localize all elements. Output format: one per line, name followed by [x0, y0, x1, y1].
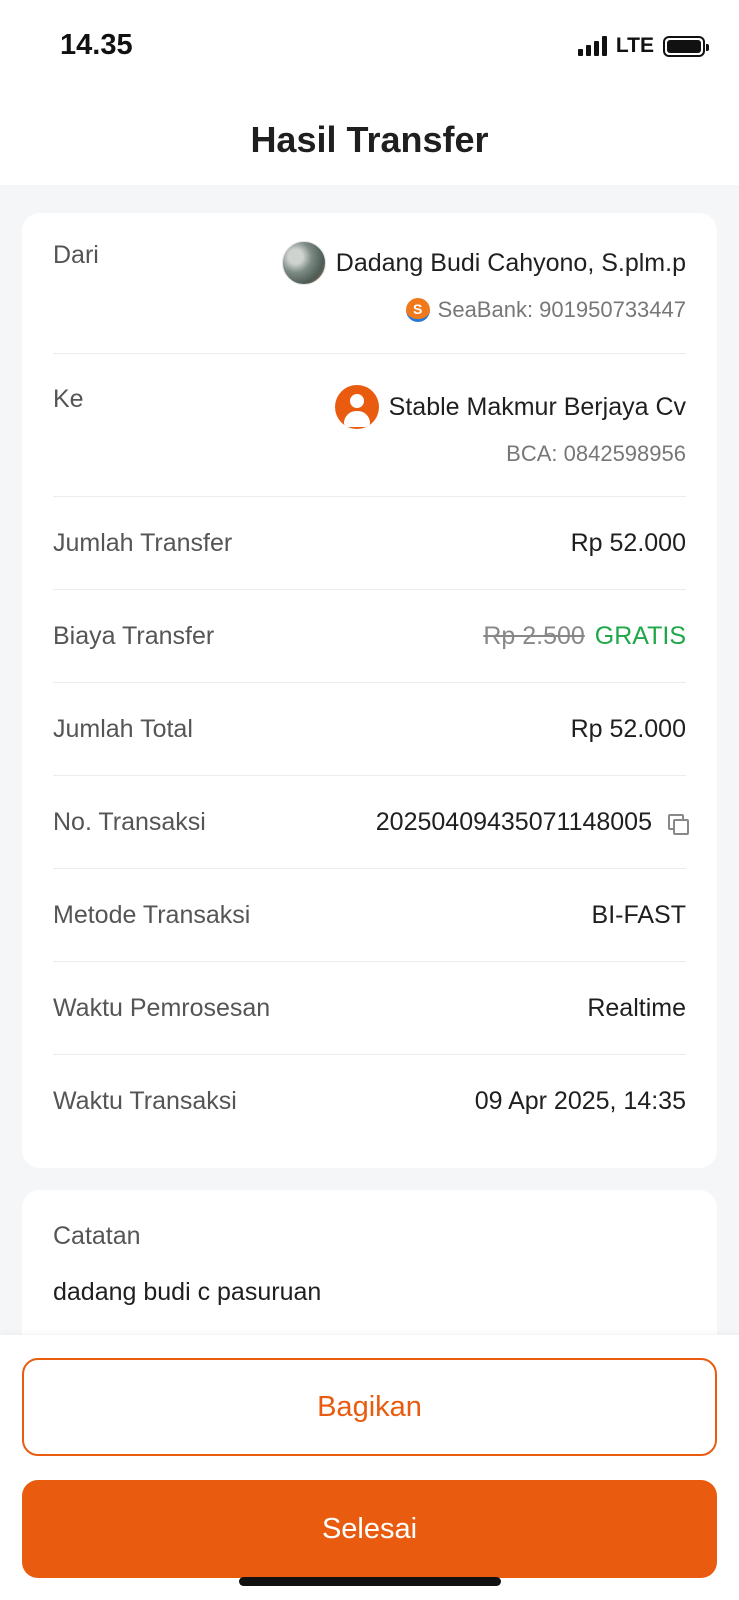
divider: [53, 1054, 686, 1055]
method-row: Metode Transaksi BI-FAST: [53, 895, 686, 935]
transfer-detail-card: Dari Dadang Budi Cahyono, S.plm.p S SeaB…: [22, 213, 717, 1168]
status-bar: 14.35 LTE: [0, 0, 739, 95]
to-section: Ke Stable Makmur Berjaya Cv BCA: 0842598…: [53, 385, 686, 475]
fee-original: Rp 2.500: [483, 621, 585, 650]
share-button[interactable]: Bagikan: [22, 1358, 717, 1456]
sender-name: Dadang Budi Cahyono, S.plm.p: [335, 248, 686, 277]
amount-row: Jumlah Transfer Rp 52.000: [53, 523, 686, 563]
divider: [53, 589, 686, 590]
home-indicator: [239, 1577, 501, 1586]
processing-row: Waktu Pemrosesan Realtime: [53, 988, 686, 1028]
sender-bank-line: S SeaBank: 901950733447: [405, 297, 686, 323]
transaction-number-label: No. Transaksi: [53, 807, 206, 836]
divider: [53, 682, 686, 683]
seabank-icon: S: [405, 298, 430, 322]
recipient-bank-line: BCA: 0842598956: [506, 441, 686, 467]
method-label: Metode Transaksi: [53, 900, 251, 929]
divider: [53, 353, 686, 354]
total-row: Jumlah Total Rp 52.000: [53, 709, 686, 749]
note-label: Catatan: [53, 1222, 141, 1250]
fee-label: Biaya Transfer: [53, 621, 215, 650]
copy-icon[interactable]: [668, 813, 689, 835]
transaction-time-value: 09 Apr 2025, 14:35: [474, 1086, 686, 1115]
sender-bank-account: SeaBank: 901950733447: [437, 297, 686, 322]
sender-avatar: [281, 241, 326, 285]
processing-label: Waktu Pemrosesan: [53, 993, 271, 1022]
amount-value: Rp 52.000: [570, 528, 686, 557]
to-name-line: Stable Makmur Berjaya Cv: [334, 385, 686, 429]
amount-label: Jumlah Transfer: [53, 528, 233, 557]
processing-value: Realtime: [587, 993, 686, 1022]
note-text: dadang budi c pasuruan: [53, 1278, 322, 1306]
fee-free-badge: GRATIS: [594, 621, 686, 650]
signal-icon: [577, 36, 607, 56]
from-name-line: Dadang Budi Cahyono, S.plm.p: [281, 241, 686, 285]
to-label: Ke: [53, 385, 84, 413]
divider: [53, 496, 686, 497]
status-indicators: LTE: [577, 34, 709, 58]
done-button[interactable]: Selesai: [22, 1480, 717, 1578]
transaction-time-row: Waktu Transaksi 09 Apr 2025, 14:35: [53, 1081, 686, 1121]
divider: [53, 961, 686, 962]
network-type: LTE: [615, 34, 654, 57]
user-icon: [334, 385, 379, 429]
divider: [53, 868, 686, 869]
fee-row: Biaya Transfer Rp 2.500 GRATIS: [53, 616, 686, 656]
battery-icon: [663, 35, 709, 57]
from-label: Dari: [53, 241, 99, 269]
transaction-number-row: No. Transaksi 20250409435071148005: [53, 802, 689, 842]
transaction-number-group: 20250409435071148005: [375, 807, 689, 837]
divider: [53, 775, 686, 776]
total-label: Jumlah Total: [53, 714, 193, 743]
fee-value-group: Rp 2.500 GRATIS: [483, 622, 686, 651]
recipient-bank-account: BCA: 0842598956: [506, 441, 686, 466]
method-value: BI-FAST: [591, 900, 686, 929]
total-value: Rp 52.000: [570, 714, 686, 743]
header: Hasil Transfer: [0, 95, 739, 185]
page-title: Hasil Transfer: [250, 119, 489, 160]
recipient-name: Stable Makmur Berjaya Cv: [388, 392, 686, 421]
from-section: Dari Dadang Budi Cahyono, S.plm.p S SeaB…: [53, 241, 686, 331]
bottom-action-bar: Bagikan Selesai: [0, 1335, 739, 1600]
status-time: 14.35: [60, 29, 133, 61]
transaction-time-label: Waktu Transaksi: [53, 1086, 237, 1115]
transaction-number-value: 20250409435071148005: [375, 807, 652, 836]
